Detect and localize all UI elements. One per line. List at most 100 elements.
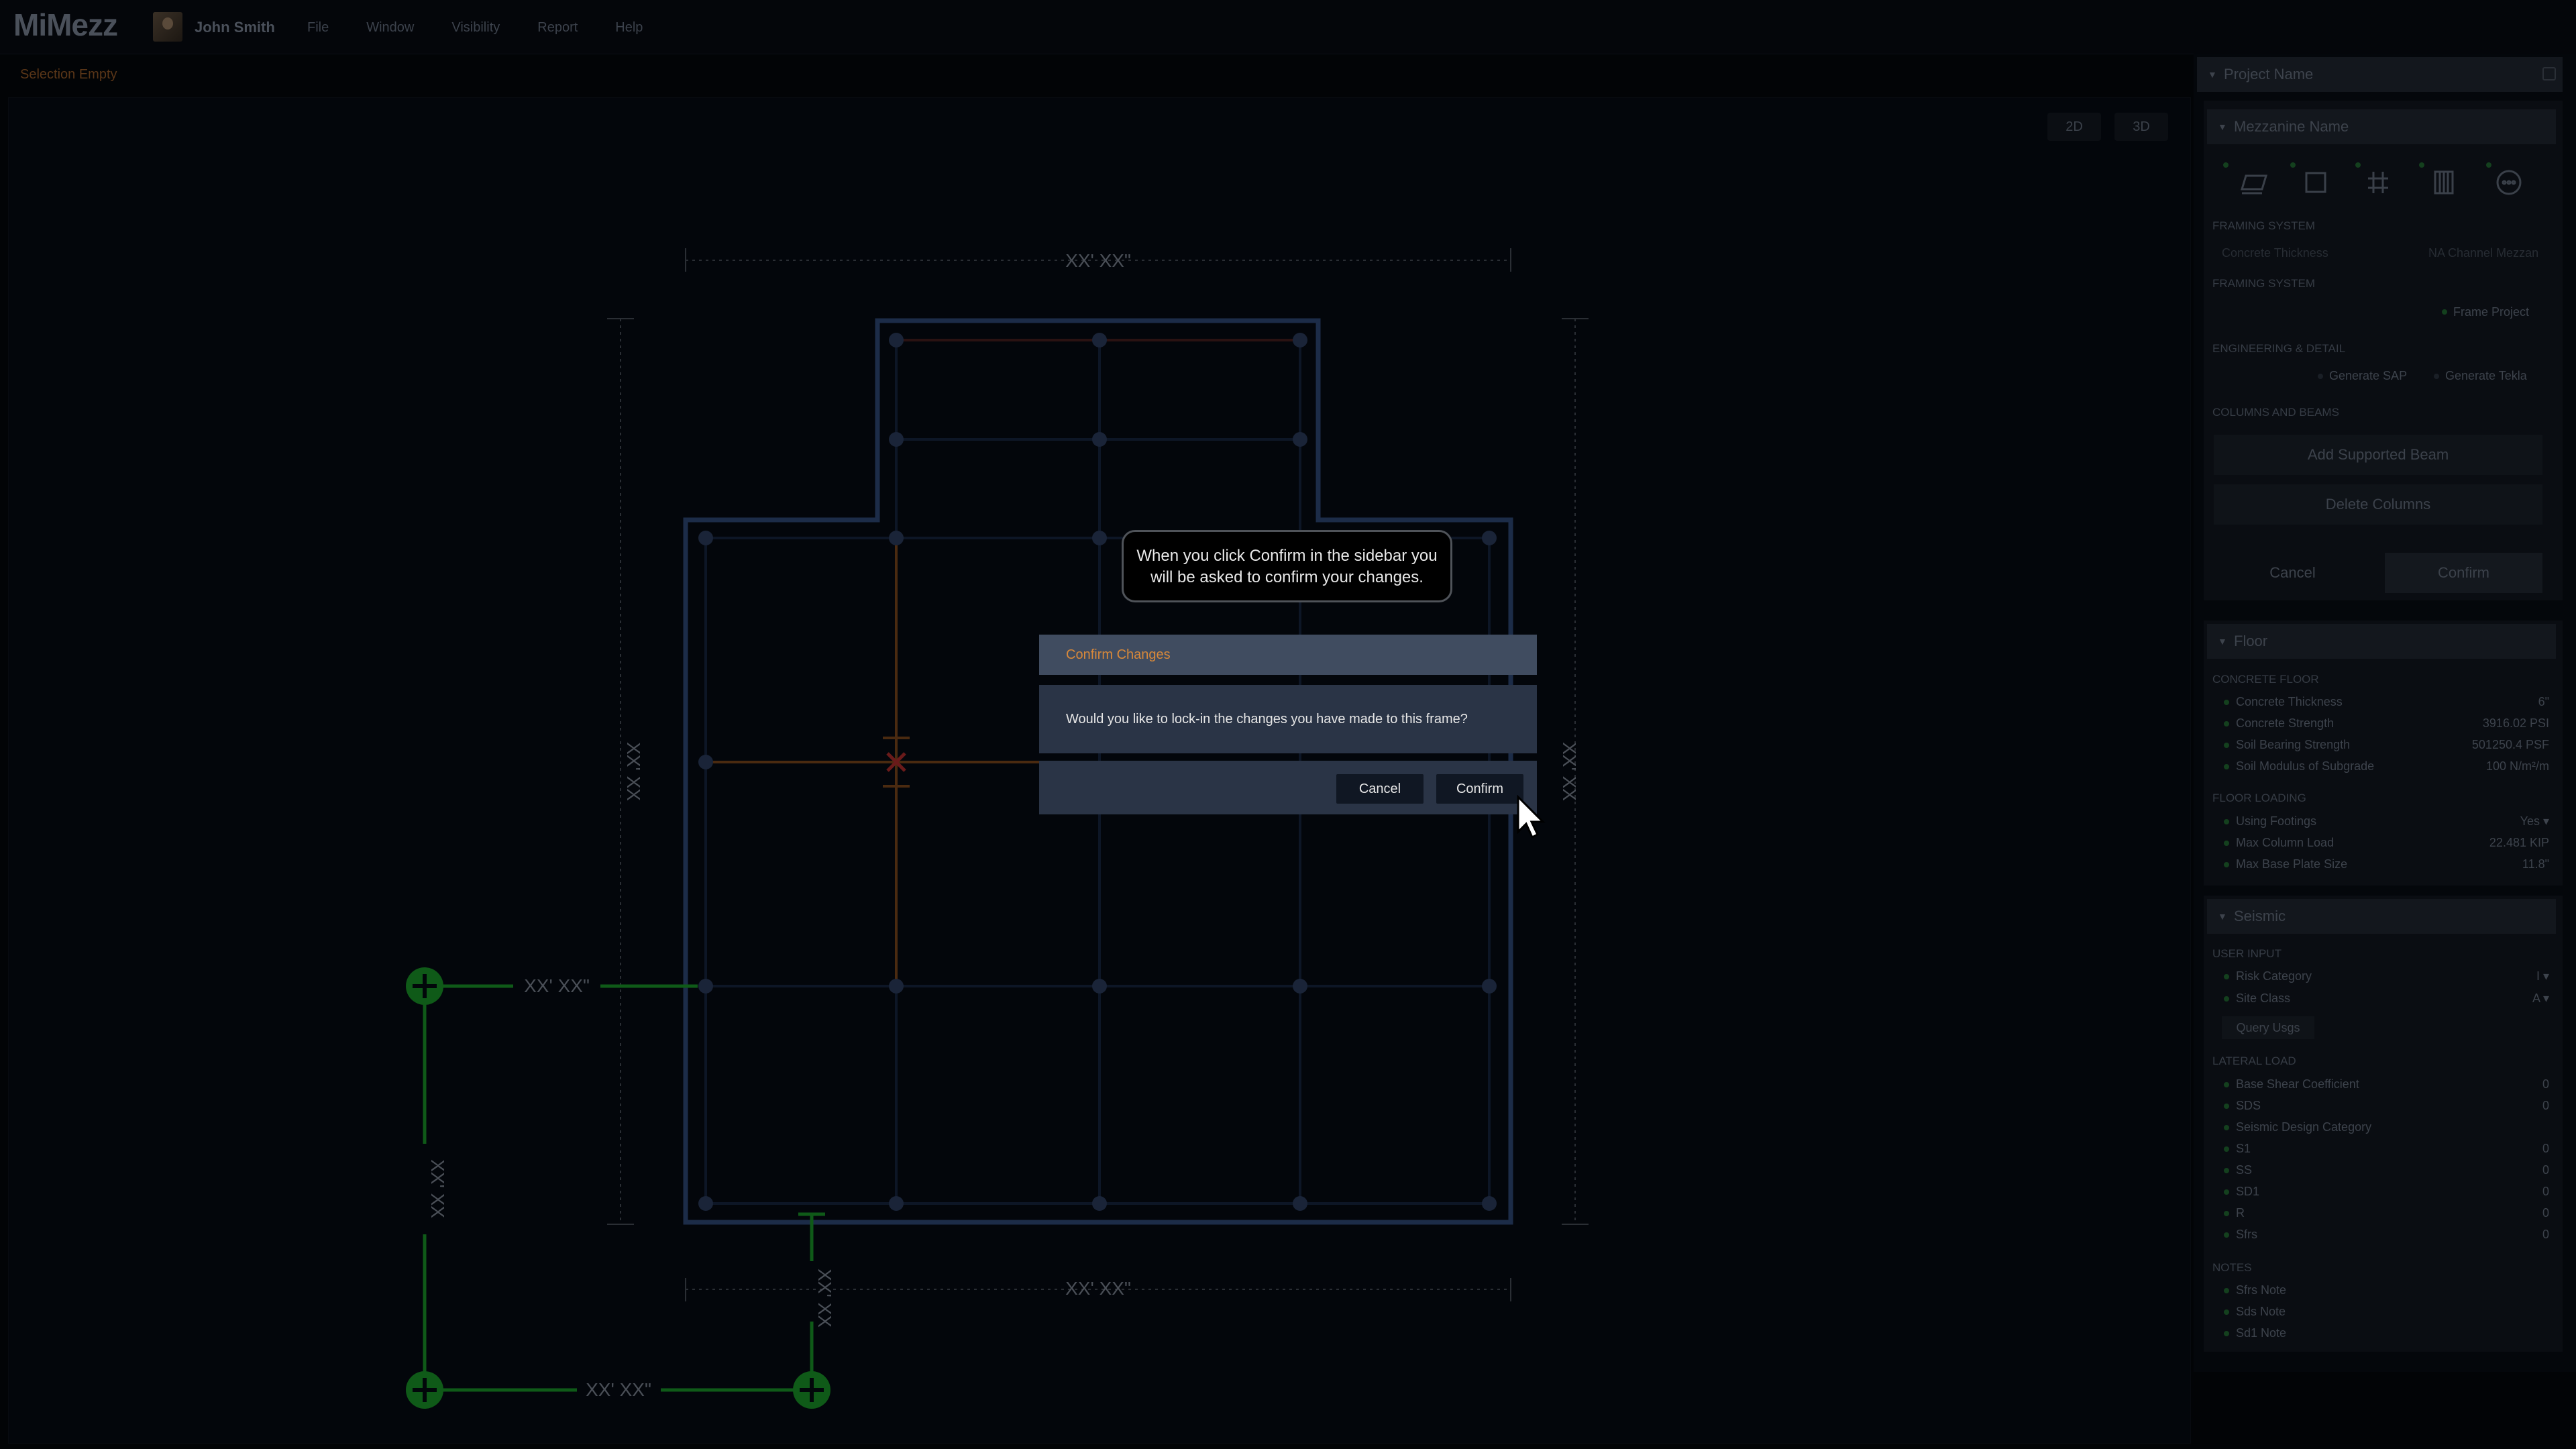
lateral-row-label: Base Shear Coefficient [2236,1077,2359,1091]
status-dot-icon [2224,743,2229,748]
status-dot-icon [2224,721,2229,727]
floor-title: Floor [2234,633,2268,649]
add-handle-icon[interactable] [406,967,443,1005]
collapse-caret-icon: ▼ [2208,69,2217,80]
generate-sap-button[interactable]: Generate SAP [2329,369,2407,383]
dim-green-v2: XX' XX [814,1269,835,1328]
floor-row-value[interactable]: 6" [2415,695,2549,709]
site-class-select[interactable]: A ▾ [2415,991,2549,1006]
frame-icon[interactable] [2305,172,2326,193]
lateral-row-value: 0 [2542,1185,2549,1198]
engineering-label: ENGINEERING & DETAIL [2212,342,2346,355]
status-dot-icon [2224,1168,2229,1173]
note-item[interactable]: Sfrs Note [2236,1283,2286,1297]
status-dot-icon [2224,1146,2229,1152]
loading-row-value: 11.8" [2522,857,2549,871]
dialog-confirm-button[interactable]: Confirm [1436,774,1523,804]
floor-row-value[interactable]: 3916.02 PSI [2415,716,2549,731]
dim-green-h2: XX' XX" [586,1379,651,1400]
dim-right: XX' XX [1559,742,1580,801]
floor-row-value[interactable]: 100 N/m²/m [2415,759,2549,773]
dim-top: XX' XX" [1065,250,1131,271]
dim-left: XX' XX [623,742,644,801]
floor-row-label: Soil Modulus of Subgrade [2236,759,2375,773]
status-dot-icon [2224,819,2229,824]
dim-green-h1: XX' XX" [524,975,590,996]
status-dot-icon [2318,374,2323,379]
user-input-label: USER INPUT [2212,947,2282,960]
lateral-row-value: 0 [2542,1206,2549,1220]
mezzanine-name-header[interactable]: ▼ Mezzanine Name [2207,109,2556,144]
status-dot-icon [2224,1189,2229,1195]
channel-select[interactable]: NA Channel Mezzan [2428,246,2538,260]
lateral-row-label: SD1 [2236,1185,2260,1198]
tutorial-tooltip: When you click Confirm in the sidebar yo… [1122,530,1452,602]
tooltip-line-1: When you click Confirm in the sidebar yo… [1136,547,1438,565]
generate-tekla-button[interactable]: Generate Tekla [2445,369,2527,383]
floor-row-label: Concrete Thickness [2236,695,2343,708]
concrete-thickness-field[interactable]: Concrete Thickness [2222,246,2328,260]
add-handle-icon[interactable] [406,1371,443,1409]
loading-row-value: 22.481 KIP [2489,836,2549,849]
dialog-title: Confirm Changes [1039,635,1537,675]
status-dot-icon [2224,1232,2229,1238]
seismic-header[interactable]: ▼ Seismic [2207,899,2556,934]
loading-row-label: Max Base Plate Size [2236,857,2348,871]
dialog-cancel-button[interactable]: Cancel [1336,774,1424,804]
more-icon[interactable] [2496,170,2522,195]
collapse-caret-icon: ▼ [2218,636,2227,647]
seismic-input-label: Risk Category [2236,969,2312,983]
query-usgs-button[interactable]: Query Usgs [2222,1016,2314,1039]
status-dot-icon [2224,1082,2229,1087]
loading-row-label: Max Column Load [2236,836,2334,849]
floor-row-label: Concrete Strength [2236,716,2334,730]
status-dot-icon [2434,374,2439,379]
lateral-row-label: S1 [2236,1142,2251,1155]
lateral-row-value: 0 [2542,1163,2549,1177]
status-dot-icon [2224,700,2229,705]
collapse-caret-icon: ▼ [2218,911,2227,922]
floor-row-value[interactable]: 501250.4 PSF [2415,738,2549,752]
lateral-row-value: 0 [2542,1077,2549,1091]
add-handle-icon[interactable] [793,1371,830,1409]
using-footings-select[interactable]: Yes ▾ [2415,814,2549,828]
floor-row-label: Soil Bearing Strength [2236,738,2351,751]
status-dot-icon [2224,1331,2229,1336]
risk-category-select[interactable]: I ▾ [2415,969,2549,983]
lateral-row-value: 0 [2542,1142,2549,1155]
dim-bottom: XX' XX" [1065,1278,1131,1299]
dialog-footer: Cancel Confirm [1039,761,1537,814]
status-dot-icon [2224,1125,2229,1130]
status-dot-icon [2224,862,2229,867]
project-name: Project Name [2224,66,2314,83]
status-dot-icon [2442,309,2447,315]
seismic-input-label: Site Class [2236,991,2291,1005]
status-dot-icon [2224,974,2229,979]
status-dot-icon [2224,764,2229,769]
status-dot-icon [2224,1104,2229,1109]
project-name-header[interactable]: ▼ Project Name [2197,57,2563,92]
collapse-caret-icon: ▼ [2218,121,2227,132]
lateral-row-label: Seismic Design Category [2236,1120,2372,1134]
columns-beams-label: COLUMNS AND BEAMS [2212,406,2339,419]
columns-icon[interactable] [2434,170,2454,195]
tooltip-line-2: will be asked to confirm your changes. [1150,568,1424,586]
close-panel-icon[interactable] [2542,67,2556,80]
dim-green-v1: XX' XX [427,1159,448,1218]
grid-icon[interactable] [2368,172,2388,193]
sidebar-confirm-button[interactable]: Confirm [2385,553,2542,593]
status-dot-icon [2224,1211,2229,1216]
note-item[interactable]: Sds Note [2236,1305,2286,1319]
floor-header[interactable]: ▼ Floor [2207,624,2556,659]
lateral-row-value: 0 [2542,1099,2549,1112]
loading-row-label: Using Footings [2236,814,2317,828]
lateral-row-label: Sfrs [2236,1228,2258,1241]
mezzanine-name: Mezzanine Name [2234,118,2349,135]
note-item[interactable]: Sd1 Note [2236,1326,2286,1340]
sidebar-cancel-button[interactable]: Cancel [2214,553,2371,593]
add-supported-beam-button[interactable]: Add Supported Beam [2214,435,2542,475]
delete-columns-button[interactable]: Delete Columns [2214,484,2542,525]
frame-project-button[interactable]: Frame Project [2453,305,2529,319]
layers-icon[interactable] [2240,174,2268,195]
status-dot-icon [2224,841,2229,846]
